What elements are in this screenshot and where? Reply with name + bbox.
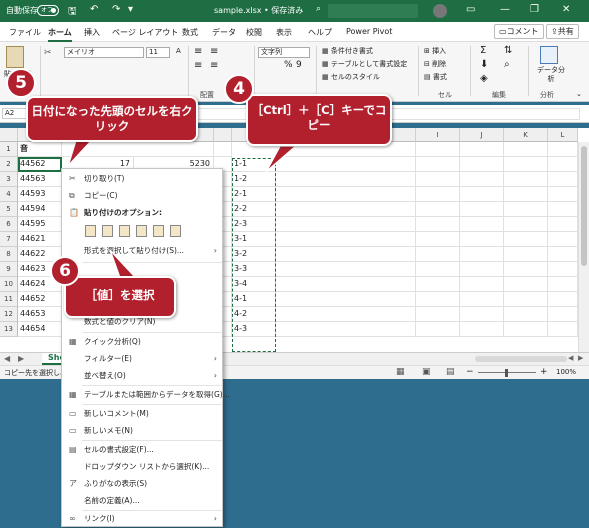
callout-step4: ［Ctrl］＋［C］キーでコピー — [246, 94, 392, 146]
callout-5-pointer — [67, 139, 94, 167]
callout-step6: ［値］を選択 — [64, 276, 176, 318]
callout-4-pointer — [265, 145, 299, 173]
callout-connectors — [67, 139, 299, 279]
step-badge-6: 6 — [50, 256, 80, 286]
step-badge-5: 5 — [6, 68, 36, 98]
callout-step5: 日付になった先頭のセルを右クリック — [26, 96, 198, 142]
callout-6-pointer — [109, 249, 138, 279]
step-badge-4: 4 — [224, 74, 254, 104]
